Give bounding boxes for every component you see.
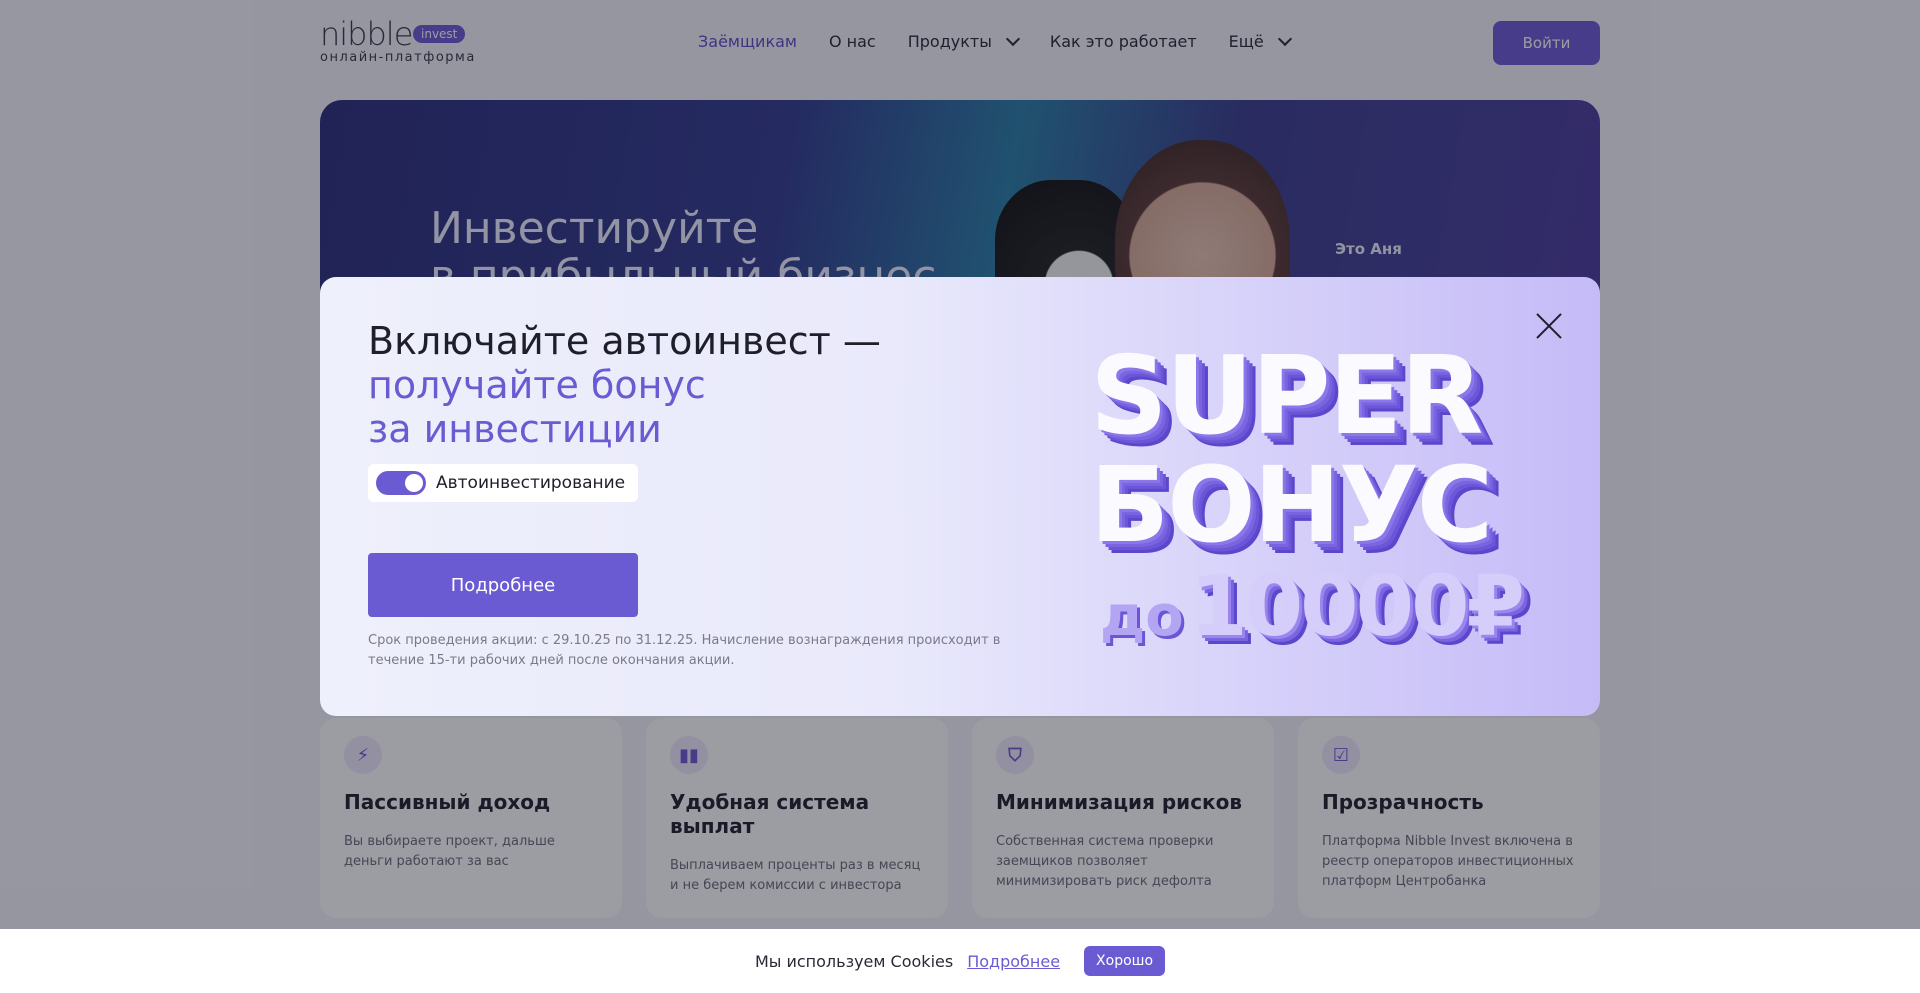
modal-title-line3: за инвестиции — [368, 407, 662, 451]
autoinvest-toggle[interactable]: Автоинвестирование — [368, 464, 638, 502]
modal-title-line1: Включайте автоинвест — — [368, 319, 881, 363]
promo-prefix: до — [1100, 584, 1184, 649]
promo-line2: БОНУС — [1090, 444, 1493, 566]
modal-title-line2: получайте бонус — [368, 363, 706, 407]
details-button[interactable]: Подробнее — [368, 553, 638, 617]
promo-line1: SUPER — [1090, 334, 1484, 459]
cookie-accept-button[interactable]: Хорошо — [1084, 946, 1166, 976]
promo-terms-note: Срок проведения акции: с 29.10.25 по 31.… — [368, 633, 1001, 668]
close-icon[interactable] — [1534, 311, 1564, 341]
super-bonus-graphic: SUPER БОНУС до 10000₽ — [1090, 342, 1590, 672]
toggle-switch[interactable] — [376, 471, 426, 495]
cookie-banner: Мы используем Cookies Подробнее Хорошо — [0, 929, 1920, 993]
toggle-knob — [405, 474, 423, 492]
promo-line3: до 10000₽ — [1100, 557, 1525, 655]
modal-title: Включайте автоинвест — получайте бонус з… — [368, 319, 881, 451]
toggle-label: Автоинвестирование — [436, 473, 626, 493]
cookie-text: Мы используем Cookies — [754, 951, 954, 971]
promo-amount: 10000₽ — [1189, 557, 1525, 655]
cookie-details-link[interactable]: Подробнее — [967, 952, 1060, 971]
promo-modal: Включайте автоинвест — получайте бонус з… — [320, 277, 1600, 716]
